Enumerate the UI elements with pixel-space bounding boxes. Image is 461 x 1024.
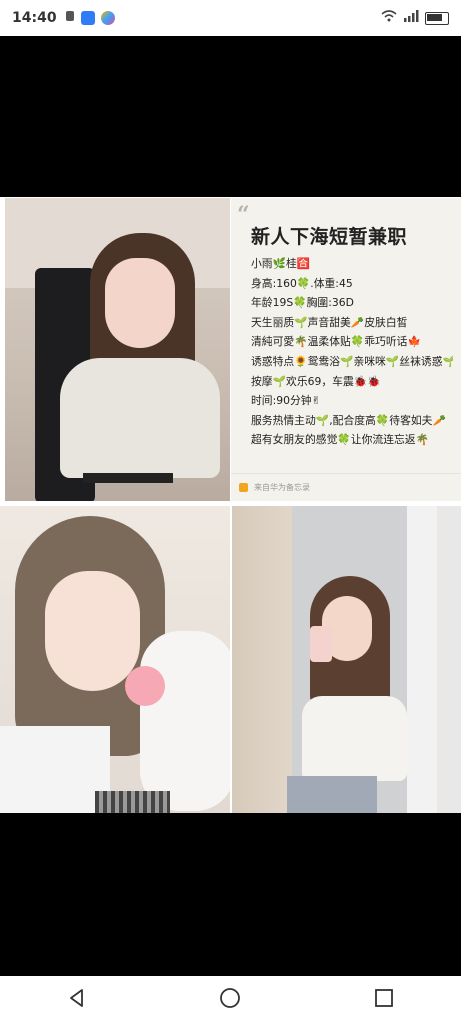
photo-closeup-plush [0,506,230,813]
quote-mark: “ [237,202,250,228]
wifi-icon [381,10,397,26]
battery-icon [425,11,449,25]
recents-button[interactable] [354,980,414,1020]
navigation-bar [0,976,461,1024]
card-source: 来自华为备忘录 [254,483,310,492]
card-line: 清純可愛🌴温柔体贴🍀乖巧听话🍁 [251,335,421,349]
card-footer: 来自华为备忘录 [231,473,461,501]
notification-icon [65,10,75,26]
back-button[interactable] [47,980,107,1020]
card-line: 服务热情主动🌱,配合度高🍀待客如夫🥕 [251,413,446,427]
status-time: 14:40 [12,10,57,26]
card-line: 身高:160🍀.体重:45 [251,276,353,290]
home-button[interactable] [200,980,260,1020]
card-line: 天生丽质🌱声音甜美🥕皮肤白皙 [251,315,408,329]
app-badge-icon [100,11,115,25]
card-title: 新人下海短暂兼职 [251,226,408,248]
signal-icon [403,10,419,26]
home-icon [219,987,241,1013]
notes-app-icon [239,483,248,492]
card-lines: 小雨🌿桂🈴 身高:160🍀.体重:45 年龄19S🍀胸圍:36D 天生丽质🌱声音… [251,254,453,450]
card-line: 诱惑特点🌻鸳鸯浴🌱亲咪咪🌱丝袜诱惑🌱 [251,354,453,368]
collage-image: “ 新人下海短暂兼职 小雨🌿桂🈴 身高:160🍀.体重:45 年龄19S🍀胸圍:… [0,197,461,813]
card-line: 小雨🌿桂🈴 [251,257,311,270]
status-right [381,10,449,26]
card-line: 按摩🌱欢乐69，车震🐞🐞 [251,374,381,388]
photo-mirror-selfie [232,506,461,813]
status-bar: 14:40 [0,0,461,36]
photo-selfie-chair [5,198,230,501]
back-icon [67,988,87,1012]
card-line: 年龄19S🍀胸圍:36D [251,296,354,310]
card-line: 时间:90分钟✌ [251,394,321,408]
recents-icon [374,988,394,1012]
app-badge-icon [80,11,95,25]
card-line: 超有女朋友的感觉🍀让你流连忘返🌴 [251,433,430,447]
text-card: “ 新人下海短暂兼职 小雨🌿桂🈴 身高:160🍀.体重:45 年龄19S🍀胸圍:… [231,198,461,501]
